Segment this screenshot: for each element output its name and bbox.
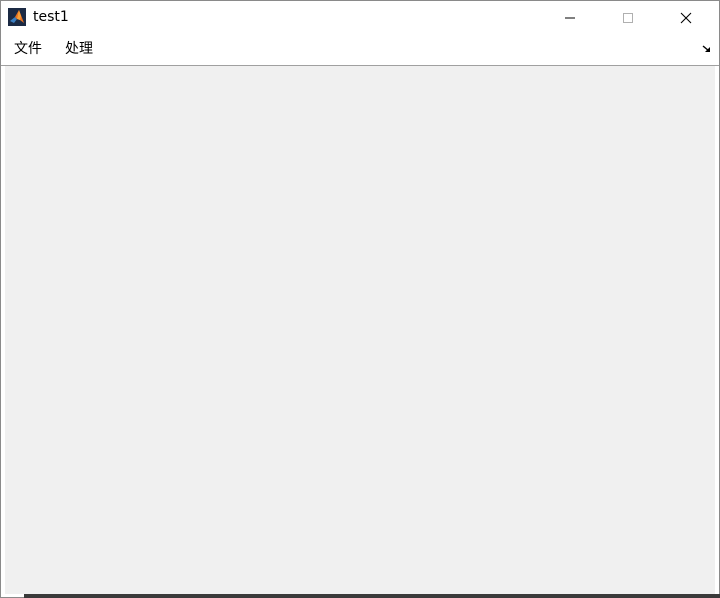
matlab-logo-icon — [8, 8, 26, 26]
figure-window: test1 文件 处理 — [0, 0, 720, 598]
close-button[interactable] — [657, 1, 715, 34]
maximize-icon — [623, 12, 633, 23]
menu-file[interactable]: 文件 — [12, 40, 44, 58]
close-icon — [680, 12, 692, 23]
minimize-icon — [565, 17, 575, 18]
title-bar[interactable]: test1 — [1, 1, 719, 34]
menu-bar: 文件 处理 — [1, 34, 719, 66]
maximize-button[interactable] — [599, 1, 657, 34]
minimize-button[interactable] — [541, 1, 599, 34]
figure-canvas[interactable] — [5, 66, 715, 594]
menu-process[interactable]: 处理 — [63, 40, 95, 58]
window-title: test1 — [33, 9, 69, 25]
background-window-edge — [24, 594, 720, 598]
dock-arrow-icon[interactable] — [701, 43, 713, 55]
